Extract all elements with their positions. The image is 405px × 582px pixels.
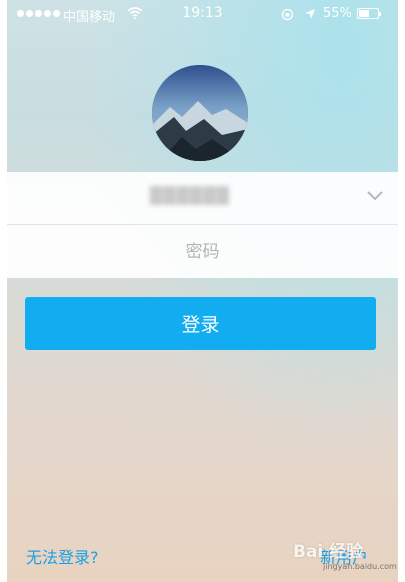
- avatar-image: [152, 65, 248, 161]
- status-bar: 中国移动 19:13 55%: [7, 0, 398, 28]
- location-arrow-icon: [305, 9, 315, 19]
- avatar[interactable]: [152, 65, 248, 161]
- password-field[interactable]: [7, 225, 398, 278]
- watermark-text: Bai 经验: [293, 542, 364, 562]
- cant-login-link[interactable]: 无法登录?: [26, 544, 99, 568]
- battery-percent: 55%: [323, 6, 352, 21]
- chevron-down-icon[interactable]: [367, 191, 383, 201]
- orientation-lock-icon: [281, 8, 294, 21]
- battery-icon: [357, 8, 381, 19]
- battery-level: [359, 10, 369, 17]
- password-input[interactable]: [7, 225, 398, 278]
- account-value[interactable]: ██████: [150, 186, 230, 205]
- watermark: Bai 经验 jingyan.baidu.com: [289, 537, 398, 579]
- login-form: ██████: [7, 172, 398, 278]
- login-button[interactable]: 登录: [25, 297, 376, 350]
- watermark-url: jingyan.baidu.com: [323, 562, 397, 571]
- login-screen: 中国移动 19:13 55% ██████ 登录 无法登录? 新用户 Bai 经…: [7, 0, 398, 582]
- account-field[interactable]: ██████: [7, 172, 398, 225]
